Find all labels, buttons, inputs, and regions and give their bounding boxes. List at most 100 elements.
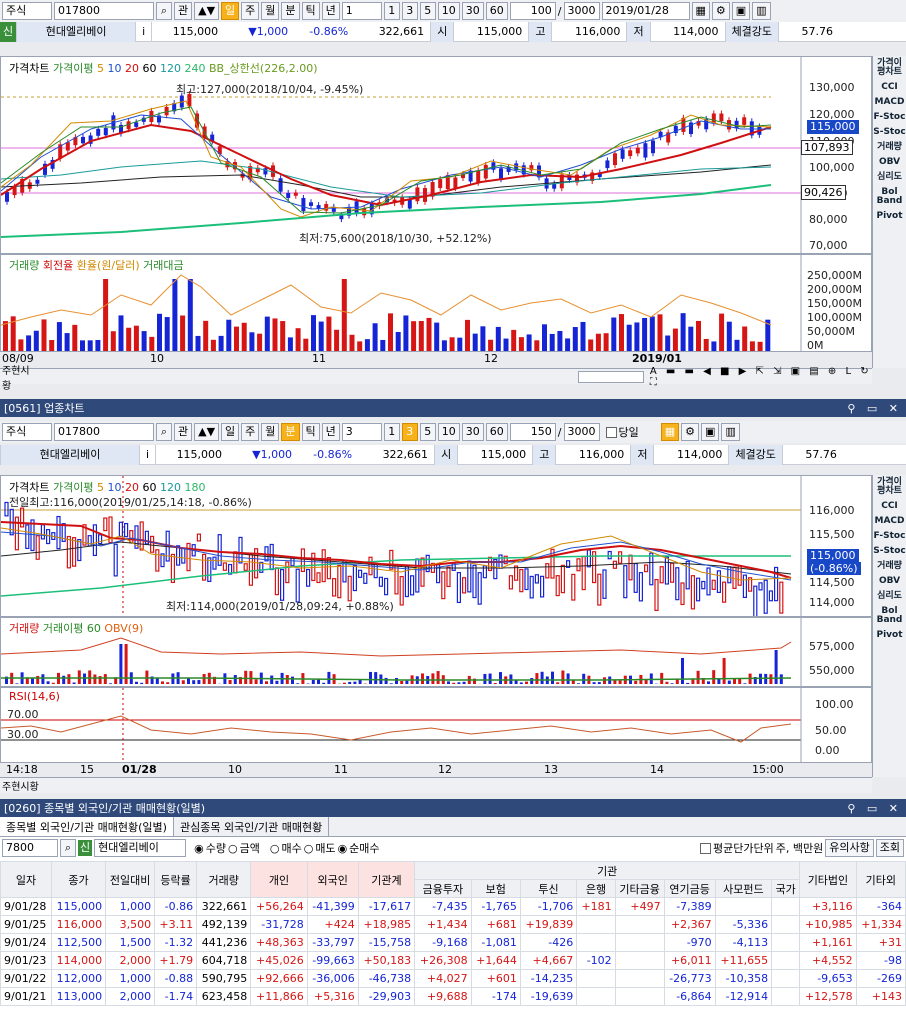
period-monthly-button[interactable]: 월 xyxy=(261,423,280,441)
today-checkbox[interactable] xyxy=(605,426,617,438)
stock-code-input[interactable]: 017800 xyxy=(54,2,154,20)
period-daily-button[interactable]: 일 xyxy=(221,423,240,441)
tools-icon[interactable]: ▥ xyxy=(752,2,771,20)
table-row[interactable]: 9/01/22 112,000 1,000 -0.88 590,795 +92,666 -3… xyxy=(0,969,906,988)
date-input[interactable]: 2019/01/28 xyxy=(601,2,690,20)
table-row[interactable]: 9/01/24 112,500 1,500 -1.32 441,236 +48,363 -3… xyxy=(0,933,906,952)
scrollbar[interactable] xyxy=(578,370,644,383)
table-row[interactable]: 9/01/28 115,000 1,000 -0.86 322,661 +56,264 -4… xyxy=(0,897,906,916)
save-icon[interactable]: ▣ xyxy=(701,423,720,441)
period-value-select[interactable]: 3 xyxy=(341,423,382,441)
market-type-select[interactable]: 주식 xyxy=(2,423,52,441)
grid-icon[interactable]: ▦ xyxy=(660,423,680,441)
display-count-input[interactable]: 150 xyxy=(509,423,556,441)
indicator-sstoc[interactable]: S-Stoc xyxy=(873,544,906,559)
period-weekly-button[interactable]: 주 xyxy=(241,423,260,441)
period-year-button[interactable]: 년 xyxy=(321,423,340,441)
stock-code-input[interactable]: 7800 xyxy=(2,839,58,857)
indicator-bol[interactable]: Bol Band xyxy=(873,185,906,209)
period-year-button[interactable]: 년 xyxy=(321,2,340,20)
period-monthly-button[interactable]: 월 xyxy=(261,2,280,20)
indicator-psy[interactable]: 심리도 xyxy=(873,589,906,604)
table-row[interactable]: 9/01/23 114,000 2,000 +1.79 604,718 +45,026 -9… xyxy=(0,951,906,970)
prev-next-stepper[interactable]: ▲▼ xyxy=(194,423,220,441)
interval-3-button[interactable]: 3 xyxy=(401,2,418,20)
window-controls-icon[interactable]: ⚲ ▭ ✕ xyxy=(847,402,902,415)
indicator-ma[interactable]: 가격이평차트 xyxy=(873,56,906,80)
indicator-macd[interactable]: MACD xyxy=(873,514,906,529)
indicator-obv[interactable]: OBV xyxy=(873,155,906,170)
period-weekly-button[interactable]: 주 xyxy=(241,2,260,20)
window-controls-icon[interactable]: ⚲ ▭ ✕ xyxy=(847,802,902,815)
indicator-cci[interactable]: CCI xyxy=(873,499,906,514)
settings-icon[interactable]: ⚙ xyxy=(681,423,700,441)
interval-60-button[interactable]: 60 xyxy=(485,423,508,441)
indicator-bol[interactable]: Bol Band xyxy=(873,604,906,628)
search-icon[interactable]: ⌕ xyxy=(60,839,76,857)
search-icon[interactable]: ⌕ xyxy=(156,423,172,441)
interval-5-button[interactable]: 5 xyxy=(419,2,436,20)
market-type-select[interactable]: 주식 xyxy=(2,2,52,20)
volume-bar xyxy=(64,333,70,351)
chart-tools-icons[interactable]: A ▬ ▬ ◀ ■ ▶ ⇱ ⇲ ▣ ▤ ⊕ L ↻ ⛶ xyxy=(650,366,872,388)
interval-10-button[interactable]: 10 xyxy=(437,423,460,441)
radio-amt-icon[interactable]: ○ xyxy=(228,842,238,855)
grid-icon[interactable]: ▦ xyxy=(691,2,710,20)
indicator-volume[interactable]: 거래량 xyxy=(873,559,906,574)
tools-icon[interactable]: ▥ xyxy=(721,423,740,441)
indicator-fstoc[interactable]: F-Stoc xyxy=(873,529,906,544)
stock-code-input[interactable]: 017800 xyxy=(54,423,154,441)
info-button[interactable]: i xyxy=(136,21,153,42)
interval-1-button[interactable]: 1 xyxy=(383,423,400,441)
market-tabs[interactable]: 주현시황 xyxy=(0,778,41,793)
indicator-obv[interactable]: OBV xyxy=(873,574,906,589)
interval-10-button[interactable]: 10 xyxy=(437,2,460,20)
interval-1-button[interactable]: 1 xyxy=(383,2,400,20)
period-value-select[interactable]: 1 xyxy=(341,2,382,20)
gwan-button[interactable]: 관 xyxy=(174,423,193,441)
interval-30-button[interactable]: 30 xyxy=(461,423,484,441)
volume-bar xyxy=(441,340,447,351)
period-minute-button[interactable]: 분 xyxy=(281,2,300,20)
table-row[interactable]: 9/01/25 116,000 3,500 +3.11 492,139 -31,728 +4… xyxy=(0,915,906,934)
indicator-psy[interactable]: 심리도 xyxy=(873,170,906,185)
radio-sell-icon[interactable]: ○ xyxy=(304,842,314,855)
gwan-button[interactable]: 관 xyxy=(174,2,193,20)
interval-3-button[interactable]: 3 xyxy=(401,423,418,441)
display-count-input[interactable]: 100 xyxy=(509,2,556,20)
interval-30-button[interactable]: 30 xyxy=(461,2,484,20)
radio-buy-icon[interactable]: ○ xyxy=(270,842,280,855)
interval-5-button[interactable]: 5 xyxy=(419,423,436,441)
indicator-pivot[interactable]: Pivot xyxy=(873,628,906,643)
period-tick-button[interactable]: 틱 xyxy=(301,423,320,441)
save-icon[interactable]: ▣ xyxy=(731,2,751,20)
total-count-input[interactable]: 3000 xyxy=(563,423,600,441)
indicator-macd[interactable]: MACD xyxy=(873,95,906,110)
indicator-sstoc[interactable]: S-Stoc xyxy=(873,125,906,140)
radio-qty-icon[interactable]: ◉ xyxy=(194,842,204,855)
info-button[interactable]: i xyxy=(140,444,157,465)
market-tabs[interactable]: 주현시황 xyxy=(0,362,38,392)
period-daily-button[interactable]: 일 xyxy=(221,2,240,20)
axis-tick-label: 114,000 xyxy=(809,596,855,609)
total-count-input[interactable]: 3000 xyxy=(563,2,600,20)
prev-next-stepper[interactable]: ▲▼ xyxy=(194,2,220,20)
period-tick-button[interactable]: 틱 xyxy=(301,2,320,20)
interval-60-button[interactable]: 60 xyxy=(485,2,508,20)
avg-price-checkbox[interactable] xyxy=(700,842,712,854)
settings-icon[interactable]: ⚙ xyxy=(711,2,730,20)
indicator-cci[interactable]: CCI xyxy=(873,80,906,95)
indicator-volume[interactable]: 거래량 xyxy=(873,140,906,155)
search-icon[interactable]: ⌕ xyxy=(156,2,172,20)
indicator-ma[interactable]: 가격이평차트 xyxy=(873,475,906,499)
tab-stock-investor[interactable]: 종목별 외국인/기관 매매현황(일별) xyxy=(0,817,174,836)
table-row[interactable]: 9/01/21 113,000 2,000 -1.74 623,458 +11,866 +5… xyxy=(0,987,906,1006)
notice-button[interactable]: 유의사항 xyxy=(825,839,874,857)
indicator-fstoc[interactable]: F-Stoc xyxy=(873,110,906,125)
volume-bar xyxy=(734,339,740,351)
query-button[interactable]: 조회 xyxy=(875,839,904,857)
radio-net-icon[interactable]: ◉ xyxy=(338,842,348,855)
period-minute-button[interactable]: 분 xyxy=(281,423,300,441)
tab-watchlist-investor[interactable]: 관심종목 외국인/기관 매매현황 xyxy=(174,817,330,836)
indicator-pivot[interactable]: Pivot xyxy=(873,209,906,224)
